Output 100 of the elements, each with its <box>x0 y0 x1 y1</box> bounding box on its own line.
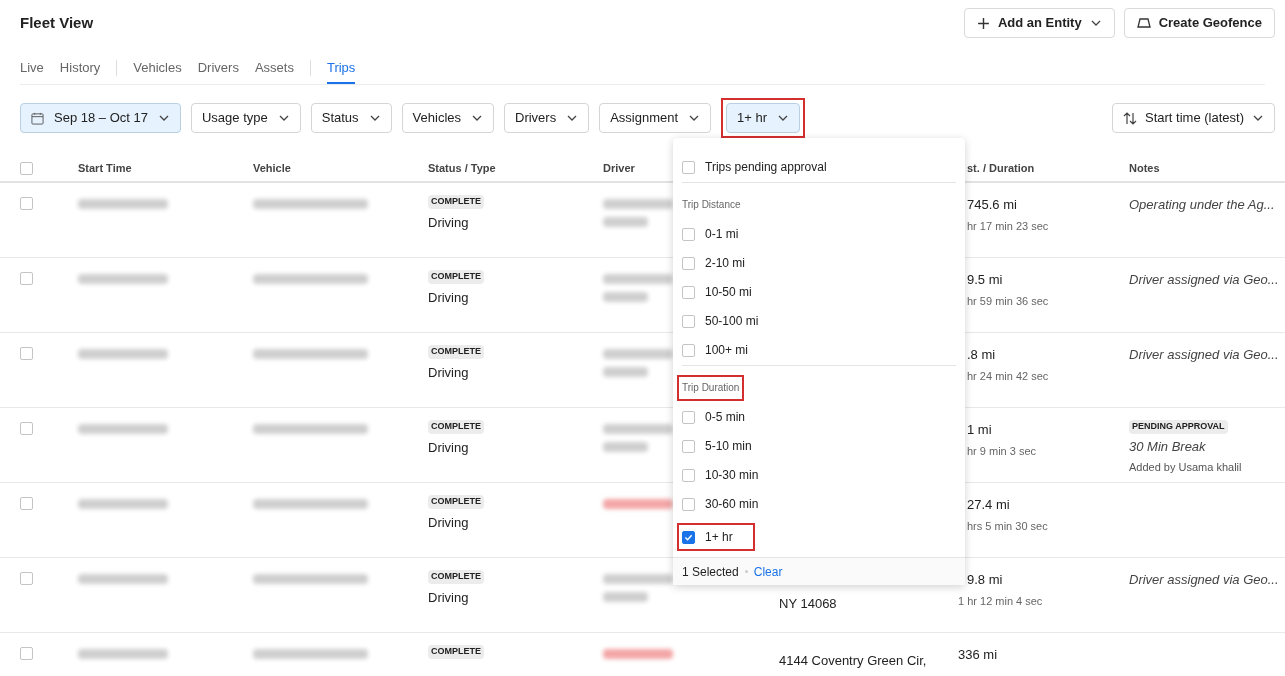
distance-text: 1 mi <box>966 421 993 439</box>
filter-dropdown[interactable]: Vehicles <box>401 103 494 133</box>
address-text: NY 14068 <box>779 595 838 613</box>
clear-link[interactable]: Clear <box>753 562 783 581</box>
column-header: Vehicle <box>253 161 291 174</box>
create-geofence-button[interactable]: Create Geofence <box>1123 8 1275 38</box>
checkbox[interactable] <box>682 439 695 453</box>
nav-tab[interactable]: Drivers <box>197 57 239 84</box>
filter-option[interactable]: 10-50 mi <box>682 282 956 302</box>
filter-dropdown[interactable]: Sep 18 – Oct 17 <box>20 103 181 133</box>
checkbox[interactable] <box>682 343 695 357</box>
distance-text: 9.5 mi <box>966 271 1004 289</box>
filter-dropdown[interactable]: Assignment <box>599 103 712 133</box>
trip-type: Driving <box>428 213 469 232</box>
column-header: st. / Duration <box>967 161 1035 174</box>
filter-option[interactable]: 0-1 mi <box>682 224 956 244</box>
nav-tab[interactable]: Trips <box>326 57 356 84</box>
status-badge: COMPLETE <box>428 645 484 659</box>
column-header: Driver <box>603 161 635 174</box>
trip-type: Driving <box>428 363 469 382</box>
nav-tab[interactable]: Vehicles <box>133 57 182 84</box>
checkbox[interactable] <box>682 410 695 424</box>
checkbox[interactable] <box>20 572 33 585</box>
duration-text: hr 24 min 42 sec <box>966 368 1050 384</box>
status-badge: COMPLETE <box>428 570 484 584</box>
add-entity-button[interactable]: Add an Entity <box>963 8 1115 38</box>
status-badge: COMPLETE <box>428 495 484 509</box>
checkbox[interactable] <box>20 197 33 210</box>
redacted-text <box>603 442 648 452</box>
redacted-text <box>603 592 648 602</box>
sort-dropdown[interactable]: Start time (latest) <box>1112 103 1275 133</box>
distance-text: .8 mi <box>966 346 997 364</box>
address-text: 4144 Coventry Green Cir, <box>779 652 928 670</box>
note-text: Operating under the Ag... <box>1129 196 1275 214</box>
checkbox[interactable] <box>20 161 33 175</box>
column-header: Status / Type <box>428 161 496 174</box>
checkbox[interactable] <box>20 422 33 435</box>
filter-option[interactable]: 1+ hr <box>682 527 750 547</box>
duration-text: hr 59 min 36 sec <box>966 293 1050 309</box>
section-heading: Trip Distance <box>682 198 741 212</box>
section-heading: Trip Duration <box>682 381 740 395</box>
filter-option[interactable]: 2-10 mi <box>682 253 956 273</box>
trip-type: Driving <box>428 588 469 607</box>
duration-text: hr 17 min 23 sec <box>966 218 1050 234</box>
filter-dropdown[interactable]: Status <box>310 103 392 133</box>
filter-option[interactable]: Trips pending approval <box>682 157 956 177</box>
redacted-text <box>603 217 648 227</box>
filter-dropdown[interactable]: Drivers <box>504 103 590 133</box>
checkbox[interactable] <box>682 468 695 482</box>
checkbox[interactable] <box>682 256 695 270</box>
filter-dropdown[interactable]: 1+ hr <box>726 103 801 133</box>
trip-type: Driving <box>428 288 469 307</box>
calendar-icon <box>31 111 44 125</box>
note-text: 30 Min Break <box>1129 437 1206 456</box>
geofence-icon <box>1136 17 1151 29</box>
page-title: Fleet View <box>20 12 94 33</box>
trip-type: Driving <box>428 438 469 457</box>
nav-tab[interactable]: Assets <box>254 57 294 84</box>
checkbox[interactable] <box>20 647 33 660</box>
column-header: Start Time <box>78 161 132 174</box>
checkmark-icon <box>684 532 693 542</box>
distance-text: 336 mi <box>957 646 999 664</box>
checkbox[interactable] <box>20 272 33 285</box>
duration-text: hr 9 min 3 sec <box>966 443 1038 459</box>
checkbox[interactable] <box>682 530 695 544</box>
note-text: Driver assigned via Geo... <box>1129 271 1279 289</box>
nav-tab[interactable]: History <box>59 57 101 84</box>
checkbox[interactable] <box>20 497 33 510</box>
status-badge: COMPLETE <box>428 345 484 359</box>
status-badge: COMPLETE <box>428 195 484 209</box>
checkbox[interactable] <box>682 160 695 174</box>
distance-text: 27.4 mi <box>966 496 1011 514</box>
filter-option[interactable]: 0-5 min <box>682 407 956 427</box>
redacted-text <box>603 292 648 302</box>
filter-dropdown[interactable]: Usage type <box>190 103 301 133</box>
filter-option[interactable]: 30-60 min <box>682 494 956 514</box>
filter-option[interactable]: 10-30 min <box>682 465 956 485</box>
filter-option[interactable]: 5-10 min <box>682 436 956 456</box>
trip-type: Driving <box>428 513 469 532</box>
selected-count: 1 Selected <box>682 563 739 581</box>
checkbox[interactable] <box>682 314 695 328</box>
checkbox[interactable] <box>682 227 695 241</box>
sort-icon <box>1123 111 1138 125</box>
note-byline: Added by Usama khalil <box>1129 460 1242 475</box>
note-text: Driver assigned via Geo... <box>1129 346 1279 364</box>
duration-text: 1 hr 12 min 4 sec <box>957 593 1044 609</box>
distance-text: 745.6 mi <box>966 196 1018 214</box>
filter-option[interactable]: 100+ mi <box>682 340 956 360</box>
checkbox[interactable] <box>682 285 695 299</box>
status-badge: COMPLETE <box>428 420 484 434</box>
plus-icon <box>976 16 990 30</box>
checkbox[interactable] <box>20 347 33 360</box>
checkbox[interactable] <box>682 497 695 511</box>
column-header: Notes <box>1129 161 1160 174</box>
redacted-text <box>603 367 648 377</box>
status-badge: COMPLETE <box>428 270 484 284</box>
nav-tab[interactable]: Live <box>20 57 44 84</box>
distance-text: 9.8 mi <box>966 571 1004 589</box>
filter-option[interactable]: 50-100 mi <box>682 311 956 331</box>
note-text: Driver assigned via Geo... <box>1129 571 1279 589</box>
